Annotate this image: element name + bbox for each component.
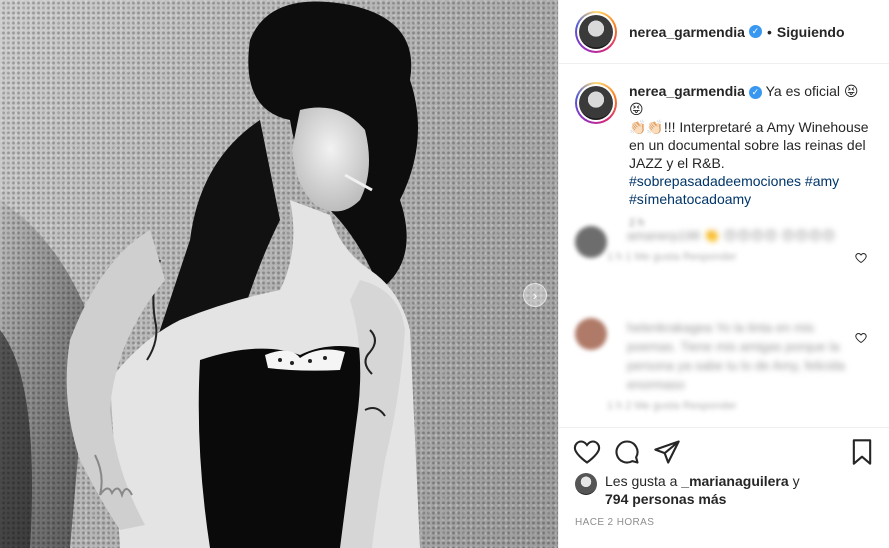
caption-line-2: 👏🏻👏🏻!!! Interpretaré a Amy Winehouse bbox=[629, 119, 869, 135]
comment-meta: 1 h 1 Me gusta Responder bbox=[607, 251, 737, 263]
likes-prefix: Les gusta a bbox=[605, 473, 678, 489]
comment-item: helenkrakagea Yo la tinta en mis poemas.… bbox=[575, 318, 875, 412]
caption-avatar[interactable] bbox=[575, 82, 617, 124]
photo-illustration bbox=[0, 1, 420, 548]
post-photo[interactable]: › bbox=[0, 0, 558, 548]
avatar-inner bbox=[577, 12, 615, 51]
comment-avatar[interactable] bbox=[575, 318, 607, 350]
post-timestamp[interactable]: HACE 2 HORAS bbox=[575, 517, 654, 528]
likes-conj: y bbox=[792, 473, 800, 489]
verified-badge-icon: ✓ bbox=[748, 86, 762, 99]
comment-bubble-icon[interactable] bbox=[613, 438, 641, 466]
chevron-right-icon[interactable]: › bbox=[523, 283, 547, 307]
caption-text: nerea_garmendia ✓ Ya es oficial 😝😝 👏🏻👏🏻!!… bbox=[629, 82, 869, 232]
caption: nerea_garmendia ✓ Ya es oficial 😝😝 👏🏻👏🏻!!… bbox=[559, 64, 889, 232]
caption-username[interactable]: nerea_garmendia bbox=[629, 83, 745, 99]
verified-badge-icon: ✓ bbox=[748, 25, 762, 38]
paper-plane-icon[interactable] bbox=[653, 438, 681, 466]
avatar-image bbox=[579, 14, 613, 49]
post-header: nerea_garmendia ✓ • Siguiendo bbox=[559, 0, 889, 64]
liker-avatar[interactable] bbox=[575, 473, 597, 495]
instagram-post: › nerea_garmendia ✓ • Siguiendo nerea_ga… bbox=[0, 0, 889, 548]
heart-icon[interactable] bbox=[855, 332, 867, 344]
caption-line-4: JAZZ y el R&B. bbox=[629, 155, 725, 171]
comment-text: amanerp198 👏 😍😍😍😍 😍😍😍😍 bbox=[627, 228, 836, 243]
likes-text: Les gusta a _marianaguilera y 794 person… bbox=[605, 472, 800, 508]
header-username[interactable]: nerea_garmendia bbox=[629, 24, 745, 40]
comment-avatar[interactable] bbox=[575, 226, 607, 258]
caption-line-3: en un documental sobre las reinas del bbox=[629, 137, 866, 153]
likes-others-link[interactable]: 794 personas más bbox=[605, 491, 726, 507]
comment-item: amanerp198 👏 😍😍😍😍 😍😍😍😍 1 h 1 Me gusta Re… bbox=[575, 226, 875, 264]
heart-icon[interactable] bbox=[573, 438, 601, 466]
bookmark-icon[interactable] bbox=[848, 438, 876, 466]
action-bar bbox=[559, 427, 889, 475]
post-side-panel: nerea_garmendia ✓ • Siguiendo nerea_garm… bbox=[558, 0, 889, 548]
following-button[interactable]: Siguiendo bbox=[777, 24, 845, 40]
hashtag-link[interactable]: #sobrepasadadeemociones #amy bbox=[629, 172, 869, 190]
avatar[interactable] bbox=[575, 10, 617, 53]
hashtag-link[interactable]: #símehatocadoamy bbox=[629, 190, 869, 208]
avatar-inner bbox=[577, 84, 615, 122]
separator-dot: • bbox=[766, 23, 772, 40]
comment-text: helenkrakagea Yo la tinta en mis poemas.… bbox=[627, 320, 845, 392]
comment-meta: 1 h 2 Me gusta Responder bbox=[607, 400, 737, 412]
comment-body: amanerp198 👏 😍😍😍😍 😍😍😍😍 1 h 1 Me gusta Re… bbox=[607, 226, 847, 263]
comment-body: helenkrakagea Yo la tinta en mis poemas.… bbox=[607, 318, 847, 412]
heart-icon[interactable] bbox=[855, 252, 867, 264]
liker-username[interactable]: _marianaguilera bbox=[681, 473, 788, 489]
likes-summary: Les gusta a _marianaguilera y 794 person… bbox=[575, 472, 800, 508]
avatar-image bbox=[579, 86, 613, 120]
